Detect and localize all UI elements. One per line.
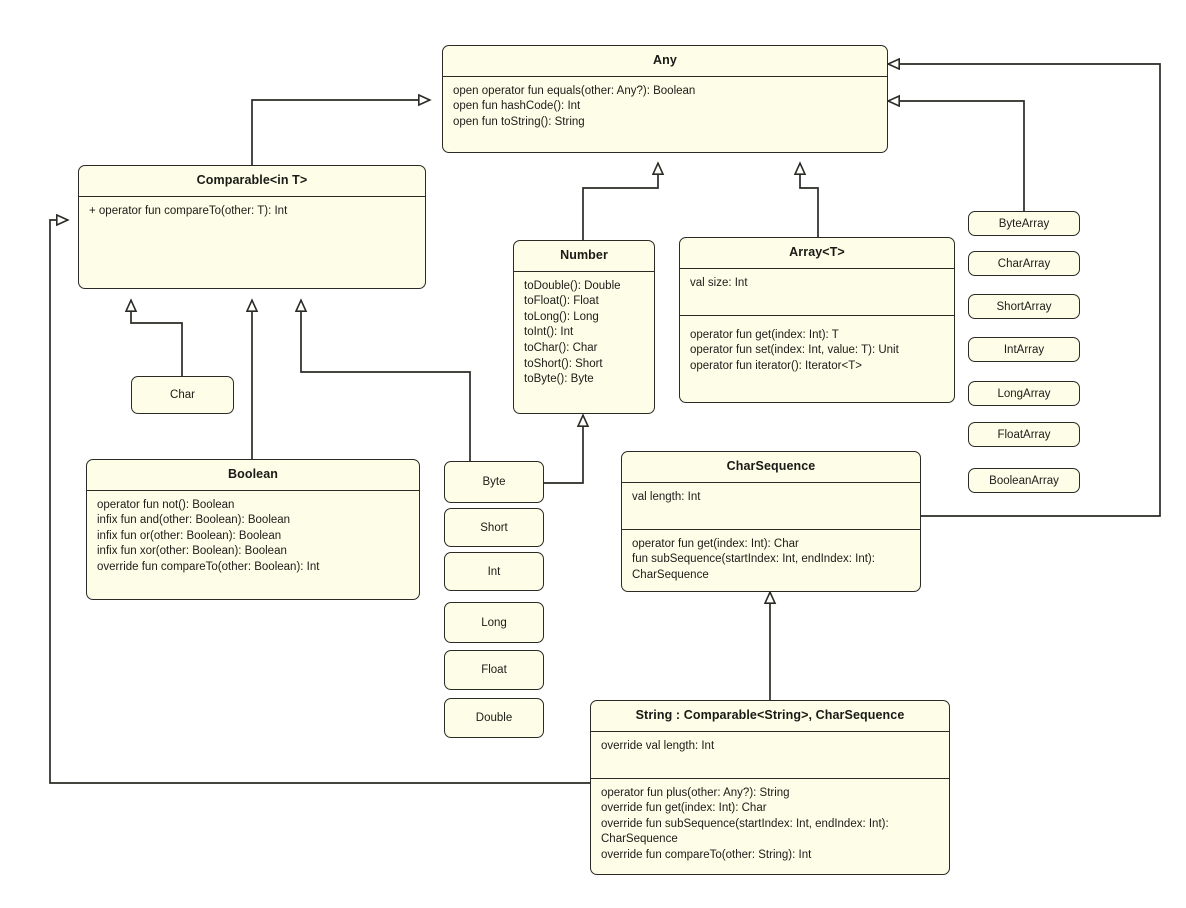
edge-char-comparable — [131, 300, 183, 376]
class-methods-charsequence: operator fun get(index: Int): Char fun s… — [622, 530, 920, 591]
class-box-long[interactable]: Long — [444, 602, 544, 643]
class-box-number[interactable]: Number toDouble(): Double toFloat(): Flo… — [513, 240, 655, 414]
method-line: operator fun plus(other: Any?): String — [601, 786, 790, 799]
class-fields-charsequence: val length: Int — [622, 483, 920, 529]
class-methods-string: operator fun plus(other: Any?): String o… — [591, 779, 949, 871]
method-line: open fun hashCode(): Int — [453, 100, 581, 113]
field-line: val size: Int — [690, 276, 748, 289]
method-line: toFloat(): Float — [524, 295, 599, 308]
method-line: override fun subSequence(startIndex: Int… — [601, 817, 892, 846]
class-box-booleanarray[interactable]: BooleanArray — [968, 468, 1080, 493]
class-box-bytearray[interactable]: ByteArray — [968, 211, 1080, 236]
method-line: override fun compareTo(other: String): I… — [601, 849, 812, 861]
class-title-double: Double — [475, 712, 513, 724]
class-title-bytearray: ByteArray — [998, 217, 1050, 230]
class-title-shortarray: ShortArray — [996, 300, 1052, 313]
field-line: override val length: Int — [601, 739, 715, 752]
method-line: toInt(): Int — [524, 326, 574, 339]
method-line: infix fun xor(other: Boolean): Boolean — [97, 545, 287, 558]
class-title-long: Long — [481, 616, 507, 629]
class-box-charsequence[interactable]: CharSequence val length: Int operator fu… — [621, 451, 921, 592]
class-title-short: Short — [480, 521, 508, 534]
method-line: operator fun not(): Boolean — [97, 498, 235, 511]
method-line: infix fun and(other: Boolean): Boolean — [97, 514, 291, 527]
field-line: val length: Int — [632, 490, 701, 503]
class-title-byte: Byte — [482, 476, 506, 488]
class-methods-any: open operator fun equals(other: Any?): B… — [443, 77, 887, 138]
class-fields-array: val size: Int — [680, 269, 954, 315]
class-title-any: Any — [653, 53, 677, 67]
class-title-boolean: Boolean — [227, 467, 278, 481]
class-title-booleanarray: BooleanArray — [989, 474, 1059, 487]
edge-comparable-any — [251, 100, 430, 165]
class-box-chararray[interactable]: CharArray — [968, 251, 1080, 276]
class-title-longarray: LongArray — [997, 387, 1051, 400]
class-box-any[interactable]: Any open operator fun equals(other: Any?… — [442, 45, 888, 153]
edge-byte-number — [544, 415, 583, 484]
edge-byte-comparable — [301, 300, 471, 461]
method-line: toChar(): Char — [524, 342, 598, 354]
class-box-boolean[interactable]: Boolean operator fun not(): Boolean infi… — [86, 459, 420, 600]
method-line: operator fun get(index: Int): Char — [632, 537, 799, 550]
class-methods-number: toDouble(): Double toFloat(): Float toLo… — [514, 272, 654, 395]
method-line: open operator fun equals(other: Any?): B… — [453, 84, 696, 97]
class-title-number: Number — [560, 248, 608, 262]
class-box-int[interactable]: Int — [444, 552, 544, 591]
class-box-longarray[interactable]: LongArray — [968, 381, 1080, 406]
class-box-comparable[interactable]: Comparable<in T> + operator fun compareT… — [78, 165, 426, 289]
class-title-floatarray: FloatArray — [997, 428, 1051, 441]
class-box-byte[interactable]: Byte — [444, 461, 544, 503]
class-box-shortarray[interactable]: ShortArray — [968, 294, 1080, 319]
class-box-short[interactable]: Short — [444, 508, 544, 547]
class-title-float: Float — [481, 664, 507, 676]
edge-number-any — [582, 163, 658, 240]
class-methods-comparable: + operator fun compareTo(other: T): Int — [79, 197, 425, 227]
class-box-string[interactable]: String : Comparable<String>, CharSequenc… — [590, 700, 950, 875]
class-title-comparable: Comparable<in T> — [196, 173, 308, 187]
class-methods-boolean: operator fun not(): Boolean infix fun an… — [87, 491, 419, 583]
class-title-array: Array<T> — [789, 245, 845, 259]
class-box-intarray[interactable]: IntArray — [968, 337, 1080, 362]
method-line: + operator fun compareTo(other: T): Int — [89, 204, 288, 217]
method-line: override fun compareTo(other: Boolean): … — [97, 561, 320, 573]
method-line: operator fun iterator(): Iterator<T> — [690, 359, 862, 372]
method-line: override fun get(index: Int): Char — [601, 802, 767, 815]
class-box-floatarray[interactable]: FloatArray — [968, 422, 1080, 447]
edge-array-any — [800, 163, 819, 237]
method-line: toByte(): Byte — [524, 373, 594, 386]
class-box-double[interactable]: Double — [444, 698, 544, 738]
method-line: infix fun or(other: Boolean): Boolean — [97, 529, 282, 542]
edge-bytearray-any — [888, 101, 1025, 211]
class-title-string: String : Comparable<String>, CharSequenc… — [635, 708, 905, 722]
class-title-char: Char — [170, 389, 195, 401]
class-methods-array: operator fun get(index: Int): T operator… — [680, 316, 954, 382]
class-title-intarray: IntArray — [1003, 343, 1045, 356]
class-fields-string: override val length: Int — [591, 732, 949, 778]
class-box-array[interactable]: Array<T> val size: Int operator fun get(… — [679, 237, 955, 403]
method-line: operator fun get(index: Int): T — [690, 328, 839, 341]
class-title-charsequence: CharSequence — [726, 459, 816, 473]
class-title-int: Int — [487, 565, 501, 578]
class-title-chararray: CharArray — [997, 257, 1051, 270]
method-line: open fun toString(): String — [453, 115, 585, 128]
class-box-float[interactable]: Float — [444, 650, 544, 690]
method-line: toLong(): Long — [524, 310, 599, 323]
class-box-char[interactable]: Char — [131, 376, 234, 414]
method-line: operator fun set(index: Int, value: T): … — [690, 344, 899, 357]
uml-class-diagram: Any open operator fun equals(other: Any?… — [0, 0, 1186, 908]
method-line: toDouble(): Double — [524, 279, 621, 292]
method-line: fun subSequence(startIndex: Int, endInde… — [632, 553, 879, 581]
method-line: toShort(): Short — [524, 357, 603, 370]
